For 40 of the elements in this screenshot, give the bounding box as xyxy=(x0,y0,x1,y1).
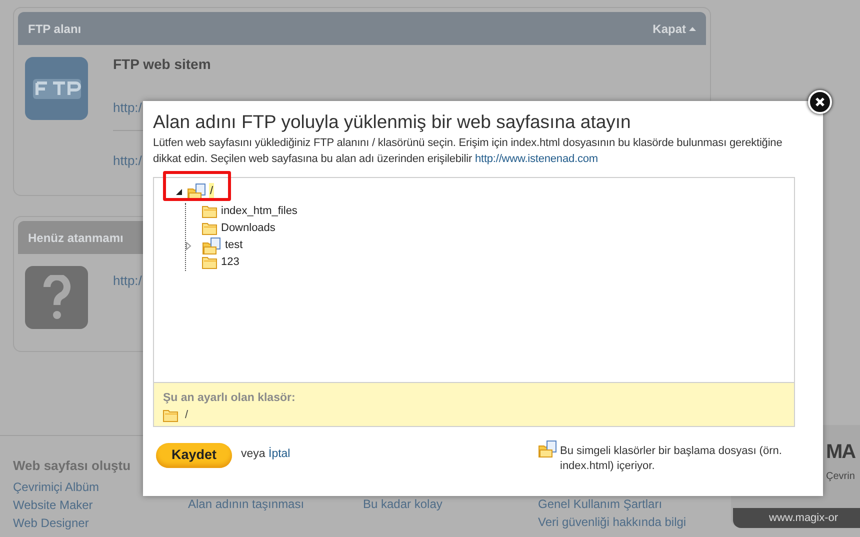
ad-logo: MA xyxy=(826,440,856,465)
site-link[interactable]: http:/ xyxy=(113,273,142,288)
footer-link[interactable]: Genel Kullanım Şartları xyxy=(538,495,713,513)
domain-link[interactable]: http://www.istenenad.com xyxy=(474,153,598,165)
highlight-frame xyxy=(163,171,231,201)
footer-link[interactable]: Bu kadar kolay xyxy=(363,495,538,513)
footer-link[interactable]: Alan adının taşınması xyxy=(188,495,363,513)
dialog-description: Lütfen web sayfasını yüklediğiniz FTP alanını / klasörünü seçin. Erişim için index.html dosyasının bu klasörde bulunması gerektiğine dikkat edin. Seçilen web sayfasına bu alan adı üzerinden erişilebilir http://www.istenenad.com xyxy=(153,136,784,167)
panel-title: FTP alanı xyxy=(28,20,82,38)
close-icon xyxy=(815,97,825,107)
expand-triangle-icon[interactable] xyxy=(175,188,183,196)
site-link[interactable]: http:/ xyxy=(113,153,142,168)
caret-up-icon xyxy=(689,26,696,30)
tree-item[interactable]: / xyxy=(209,183,214,200)
ad-tagline: Çevrin xyxy=(826,470,855,484)
save-button[interactable]: Kaydet xyxy=(156,442,232,468)
collapse-toggle[interactable]: Kapat xyxy=(652,20,696,38)
footer-link[interactable]: Website Maker xyxy=(13,496,188,514)
tree-item[interactable]: index_htm_files xyxy=(220,203,298,220)
footer-link[interactable]: Veri güvenliği hakkında bilgi xyxy=(538,513,713,531)
ftp-logo-icon xyxy=(25,57,88,120)
tree-item[interactable]: 123 xyxy=(220,254,240,271)
close-button[interactable] xyxy=(808,90,832,114)
question-mark-icon xyxy=(25,266,88,329)
tree-item[interactable]: Downloads xyxy=(220,220,276,237)
footer-heading: Web sayfası oluştu xyxy=(13,457,132,475)
site-title: FTP web sitem xyxy=(113,55,212,74)
tree-item[interactable]: test xyxy=(224,237,244,254)
folder-icon xyxy=(163,408,179,422)
panel-title: Henüz atanmamı xyxy=(28,230,124,246)
ad-url: www.magix-or xyxy=(769,510,838,526)
current-folder-label: Şu an ayarlı olan klasör: xyxy=(163,391,296,405)
legend-text: Bu simgeli klasörler bir başlama dosyası (örn. index.html) içeriyor. xyxy=(560,444,783,474)
footer-link[interactable]: Web Designer xyxy=(13,514,188,532)
current-folder-value: / xyxy=(185,408,188,423)
site-link[interactable]: http:/ xyxy=(113,100,142,115)
or-text: veya İptal xyxy=(241,446,290,462)
folder-with-file-icon xyxy=(538,440,558,458)
cancel-link[interactable]: İptal xyxy=(268,448,290,460)
dialog-title: Alan adını FTP yoluyla yüklenmiş bir web sayfasına atayın xyxy=(153,111,632,133)
